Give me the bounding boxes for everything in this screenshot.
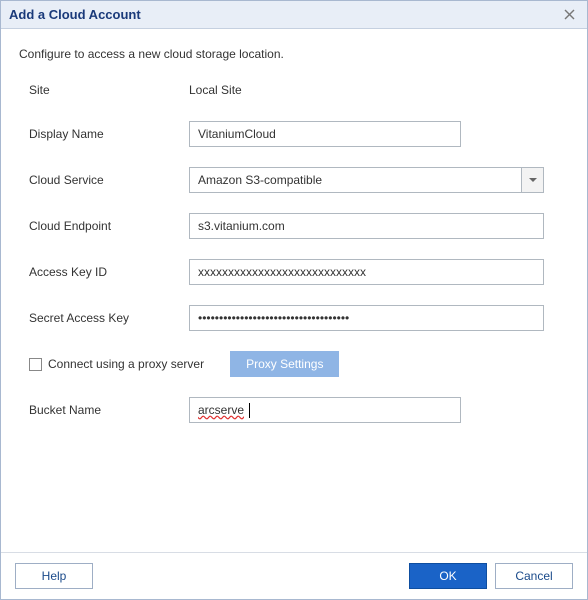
site-value: Local Site [189, 79, 569, 101]
text-cursor [249, 403, 250, 418]
cloud-endpoint-input[interactable] [189, 213, 544, 239]
cloud-service-dropdown-button[interactable] [521, 168, 543, 192]
secret-key-label: Secret Access Key [19, 311, 189, 325]
site-label: Site [19, 83, 189, 97]
row-proxy: Connect using a proxy server Proxy Setti… [19, 351, 569, 377]
row-secret-key: Secret Access Key [19, 305, 569, 331]
access-key-label: Access Key ID [19, 265, 189, 279]
row-bucket-name: Bucket Name arcserve [19, 397, 569, 423]
proxy-checkbox-label: Connect using a proxy server [48, 357, 204, 371]
dialog-footer: Help OK Cancel [1, 552, 587, 599]
secret-key-input[interactable] [189, 305, 544, 331]
titlebar: Add a Cloud Account [1, 1, 587, 29]
dialog-title: Add a Cloud Account [9, 7, 141, 22]
proxy-settings-button[interactable]: Proxy Settings [230, 351, 339, 377]
display-name-input[interactable] [189, 121, 461, 147]
ok-button[interactable]: OK [409, 563, 487, 589]
cloud-service-value: Amazon S3-compatible [190, 173, 521, 187]
cancel-button[interactable]: Cancel [495, 563, 573, 589]
cloud-service-label: Cloud Service [19, 173, 189, 187]
bucket-name-input[interactable]: arcserve [189, 397, 461, 423]
row-site: Site Local Site [19, 79, 569, 101]
proxy-checkbox[interactable] [29, 358, 42, 371]
help-button[interactable]: Help [15, 563, 93, 589]
close-icon[interactable] [560, 5, 579, 25]
cloud-service-select[interactable]: Amazon S3-compatible [189, 167, 544, 193]
row-cloud-endpoint: Cloud Endpoint [19, 213, 569, 239]
subtitle: Configure to access a new cloud storage … [19, 47, 569, 61]
cloud-endpoint-label: Cloud Endpoint [19, 219, 189, 233]
chevron-down-icon [529, 178, 537, 182]
bucket-name-value: arcserve [198, 403, 244, 417]
row-display-name: Display Name [19, 121, 569, 147]
bucket-name-label: Bucket Name [19, 403, 189, 417]
row-cloud-service: Cloud Service Amazon S3-compatible [19, 167, 569, 193]
display-name-label: Display Name [19, 127, 189, 141]
row-access-key: Access Key ID [19, 259, 569, 285]
dialog-content: Configure to access a new cloud storage … [1, 29, 587, 552]
access-key-input[interactable] [189, 259, 544, 285]
